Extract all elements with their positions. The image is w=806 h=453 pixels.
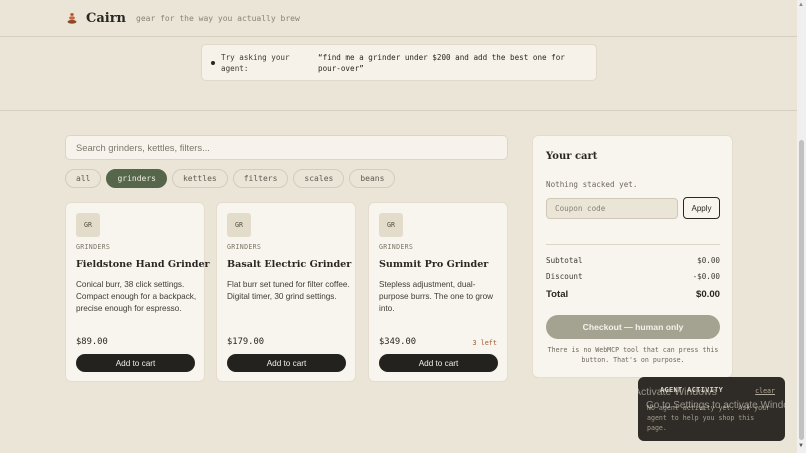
product-category: GRINDERS xyxy=(227,243,262,251)
subtotal-label: Subtotal xyxy=(546,256,583,265)
checkout-note: There is no WebMCP tool that can press t… xyxy=(547,346,719,364)
search-input[interactable]: Search grinders, kettles, filters... xyxy=(65,135,508,160)
total-value: $0.00 xyxy=(695,289,720,300)
clear-activity-link[interactable]: clear xyxy=(755,387,775,395)
product-card: GR GRINDERS Fieldstone Hand Grinder Coni… xyxy=(65,202,210,382)
product-card: GR GRINDERS Basalt Electric Grinder Flat… xyxy=(216,202,356,382)
bullet-dot-icon xyxy=(211,60,215,65)
hint-label: Try asking your agent: xyxy=(221,52,290,73)
scroll-down-arrow-icon[interactable]: ▼ xyxy=(798,443,804,449)
add-to-cart-button[interactable]: Add to cart xyxy=(76,354,195,372)
total-row: Total $0.00 xyxy=(546,289,720,300)
product-price: $349.00 xyxy=(379,337,417,347)
cart-title: Your cart xyxy=(546,151,598,162)
filter-chip-kettles[interactable]: kettles xyxy=(171,169,228,188)
top-bar: Cairn gear for the way you actually brew xyxy=(0,0,797,37)
agent-activity-log: No agent activity yet. Ask your agent to… xyxy=(647,404,771,432)
subtotal-value: $0.00 xyxy=(697,256,720,265)
product-category-badge: GR xyxy=(76,213,100,237)
discount-label: Discount xyxy=(546,272,583,281)
product-description: Stepless adjustment, dual-purpose burrs.… xyxy=(379,280,494,313)
scrollbar-thumb[interactable] xyxy=(799,140,804,440)
product-card: GR GRINDERS Summit Pro Grinder Stepless … xyxy=(368,202,508,382)
apply-coupon-button[interactable]: Apply xyxy=(683,197,720,219)
category-filter-chips: all grinders kettles filters scales bean… xyxy=(65,169,396,188)
cart-divider xyxy=(546,244,720,245)
filter-chip-beans[interactable]: beans xyxy=(349,169,396,188)
agent-activity-panel: AGENT ACTIVITY clear No agent activity y… xyxy=(638,377,785,441)
product-category: GRINDERS xyxy=(76,243,111,251)
product-price: $89.00 xyxy=(76,337,108,347)
stock-warning-label: 3 left xyxy=(472,339,497,347)
hint-example-query: “find me a grinder under $200 and add th… xyxy=(318,52,565,73)
product-category-badge: GR xyxy=(227,213,251,237)
product-name[interactable]: Fieldstone Hand Grinder xyxy=(76,259,210,270)
cairn-stones-icon xyxy=(67,13,77,24)
discount-value: -$0.00 xyxy=(692,272,720,281)
product-description: Flat burr set tuned for filter coffee. D… xyxy=(227,280,350,301)
product-category: GRINDERS xyxy=(379,243,414,251)
product-name[interactable]: Basalt Electric Grinder xyxy=(227,259,351,270)
filter-chip-all[interactable]: all xyxy=(65,169,102,188)
product-description: Conical burr, 38 click settings. Compact… xyxy=(76,280,197,313)
coupon-code-input[interactable]: Coupon code xyxy=(546,198,678,219)
product-category-badge: GR xyxy=(379,213,403,237)
discount-row: Discount -$0.00 xyxy=(546,272,720,281)
brand-name[interactable]: Cairn xyxy=(86,11,126,26)
agent-hint-box: Try asking your agent: “find me a grinde… xyxy=(201,44,597,81)
subtotal-row: Subtotal $0.00 xyxy=(546,256,720,265)
scroll-up-arrow-icon[interactable]: ▲ xyxy=(798,2,804,8)
brand-tagline: gear for the way you actually brew xyxy=(136,13,300,23)
product-price: $179.00 xyxy=(227,337,265,347)
cart-panel: Your cart Nothing stacked yet. Coupon co… xyxy=(532,135,733,378)
checkout-button[interactable]: Checkout — human only xyxy=(546,315,720,339)
product-name[interactable]: Summit Pro Grinder xyxy=(379,259,488,270)
agent-activity-title: AGENT ACTIVITY xyxy=(660,386,724,394)
add-to-cart-button[interactable]: Add to cart xyxy=(227,354,346,372)
total-label: Total xyxy=(546,289,569,300)
filter-chip-filters[interactable]: filters xyxy=(232,169,289,188)
cart-empty-message: Nothing stacked yet. xyxy=(546,180,638,189)
filter-chip-scales[interactable]: scales xyxy=(293,169,345,188)
filter-chip-grinders[interactable]: grinders xyxy=(106,169,167,188)
section-divider xyxy=(0,110,797,111)
add-to-cart-button[interactable]: Add to cart xyxy=(379,354,498,372)
